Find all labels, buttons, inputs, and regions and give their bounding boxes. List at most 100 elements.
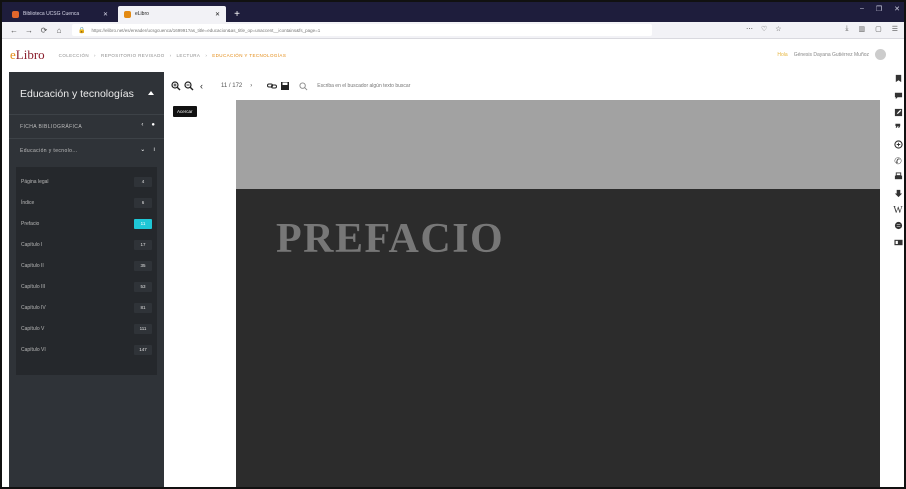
link-icon[interactable] xyxy=(266,81,277,92)
toc-item[interactable]: Capítulo III 53 xyxy=(21,279,152,295)
divider xyxy=(9,114,164,115)
viewer-toolbar: ‹ 11 / 172 › xyxy=(166,72,886,100)
toc-item[interactable]: Índice 6 xyxy=(21,195,152,211)
breadcrumb-item[interactable]: LECTURA xyxy=(177,53,201,58)
chevron-left-icon[interactable]: ‹ xyxy=(141,122,143,128)
comment-icon[interactable] xyxy=(894,91,903,102)
forward-button[interactable]: → xyxy=(23,26,35,35)
document-page: PREFACIO xyxy=(236,100,880,487)
home-button[interactable]: ⌂ xyxy=(53,26,65,35)
browser-toolbar: ⤓ ▥ ▢ ☰ xyxy=(845,25,898,33)
toc-page-number: 35 xyxy=(134,261,152,271)
toc-item-active[interactable]: Prefacio 11 xyxy=(21,216,152,232)
app-header: eLibro COLECCIÓN › REPOSITORIO REVISADO … xyxy=(2,39,904,71)
address-bar-actions: ⋯ ♡ ☆ xyxy=(746,25,782,33)
downloads-icon[interactable]: ⤓ xyxy=(845,25,848,33)
pocket-icon[interactable]: ♡ xyxy=(761,25,767,33)
print-icon[interactable] xyxy=(894,172,903,183)
toc-item[interactable]: Capítulo IV 81 xyxy=(21,300,152,316)
maximize-button[interactable]: ❐ xyxy=(876,5,882,13)
breadcrumb-separator: › xyxy=(205,52,208,58)
cite-icon[interactable]: ✆ xyxy=(894,157,902,166)
pin-icon[interactable]: ● xyxy=(151,122,155,128)
user-menu[interactable]: Hola Génesis Dayana Gutiérrez Muñoz xyxy=(777,49,886,60)
ficha-controls: ‹ ● xyxy=(141,122,155,128)
breadcrumb: COLECCIÓN › REPOSITORIO REVISADO › LECTU… xyxy=(59,53,287,58)
tab-biblioteca[interactable]: Biblioteca UCSG Cuenca ✕ xyxy=(6,6,114,22)
new-tab-button[interactable]: + xyxy=(230,6,244,22)
toc-page-number: 147 xyxy=(134,345,152,355)
book-title: Educación y tecnologías xyxy=(20,88,134,100)
lock-icon: 🔒 xyxy=(78,27,86,34)
tab-elibro[interactable]: eLibro ✕ xyxy=(118,6,226,22)
toc-item[interactable]: Capítulo VI 147 xyxy=(21,342,152,358)
page-body: PREFACIO xyxy=(236,189,880,487)
library-icon[interactable]: ▥ xyxy=(858,25,865,33)
bookmark-star-icon[interactable]: ☆ xyxy=(775,25,781,33)
toc-page-number: 53 xyxy=(134,282,152,292)
toc-page-number: 4 xyxy=(134,177,152,187)
toc-page-number: 81 xyxy=(134,303,152,313)
zoom-in-icon[interactable] xyxy=(170,81,181,92)
close-icon[interactable]: ✕ xyxy=(215,11,220,18)
breadcrumb-item[interactable]: COLECCIÓN xyxy=(59,53,89,58)
toc-page-number: 6 xyxy=(134,198,152,208)
search-input[interactable] xyxy=(317,83,508,89)
section-selector[interactable]: Educación y tecnolo... xyxy=(20,148,78,154)
back-button[interactable]: ← xyxy=(8,26,20,35)
toc-page-number: 111 xyxy=(134,324,152,334)
tools-rail: ❞ ✆ W xyxy=(892,74,904,314)
reload-button[interactable]: ⟳ xyxy=(38,26,50,35)
wikipedia-icon[interactable]: W xyxy=(893,206,902,216)
toc-page-number: 17 xyxy=(134,240,152,250)
breadcrumb-separator: › xyxy=(169,52,172,58)
download-icon[interactable] xyxy=(894,189,903,200)
page-header-band xyxy=(236,100,880,189)
quote-icon[interactable]: ❞ xyxy=(895,124,901,135)
breadcrumb-item[interactable]: REPOSITORIO REVISADO xyxy=(101,53,165,58)
chevron-down-icon[interactable]: ⌄ xyxy=(140,146,145,153)
next-page-icon[interactable]: › xyxy=(250,83,252,89)
toc-item[interactable]: Capítulo II 35 xyxy=(21,258,152,274)
toc-item[interactable]: Capítulo I 17 xyxy=(21,237,152,253)
url-text: https://elibro.net/es/ereader/ucsgcuenca… xyxy=(91,27,321,33)
collapse-caret-icon[interactable] xyxy=(148,91,154,95)
sidebar-icon[interactable]: ▢ xyxy=(875,25,882,33)
avatar[interactable] xyxy=(875,49,886,60)
zoom-out-icon[interactable] xyxy=(183,81,194,92)
minimize-button[interactable]: – xyxy=(860,5,864,13)
tab-title: eLibro xyxy=(135,11,149,17)
close-icon[interactable]: ✕ xyxy=(103,11,108,18)
search-icon[interactable] xyxy=(298,81,309,92)
bookmark-icon[interactable] xyxy=(894,74,903,85)
navigation-bar: ← → ⟳ ⌂ 🔒 https://elibro.net/es/ereader/… xyxy=(2,22,904,39)
page-heading: PREFACIO xyxy=(276,216,505,262)
previous-page-icon[interactable]: ‹ xyxy=(196,81,207,92)
section-controls: ⌄ ı xyxy=(140,146,155,154)
elibro-logo[interactable]: eLibro xyxy=(10,47,45,63)
page-indicator-text[interactable]: 11 / 172 xyxy=(221,83,242,89)
globe-icon[interactable] xyxy=(894,221,903,232)
biblioteca-favicon-icon xyxy=(12,10,19,18)
id-card-icon[interactable] xyxy=(893,238,903,249)
breadcrumb-current: EDUCACIÓN Y TECNOLOGÍAS xyxy=(212,52,287,58)
close-window-button[interactable]: ✕ xyxy=(894,5,900,13)
translate-icon[interactable] xyxy=(893,140,903,151)
window-controls: – ❐ ✕ xyxy=(860,5,900,13)
browser-window: Biblioteca UCSG Cuenca ✕ eLibro ✕ + – ❐ … xyxy=(0,0,906,489)
ficha-bibliografica-link[interactable]: FICHA BIBLIOGRÁFICA xyxy=(20,124,82,130)
elibro-favicon-icon xyxy=(124,10,131,18)
page-actions-icon[interactable]: ⋯ xyxy=(746,25,753,33)
edit-icon[interactable] xyxy=(894,108,903,119)
toc-item[interactable]: Capítulo V 111 xyxy=(21,321,152,337)
zoom-tooltip: Acercar xyxy=(173,106,197,117)
save-icon[interactable] xyxy=(279,81,290,92)
tab-strip: Biblioteca UCSG Cuenca ✕ eLibro ✕ + – ❐ … xyxy=(2,2,904,22)
table-of-contents: Página legal 4 Índice 6 Prefacio 11 Capí… xyxy=(16,167,157,375)
address-bar[interactable]: 🔒 https://elibro.net/es/ereader/ucsgcuen… xyxy=(72,24,652,36)
info-icon[interactable]: ı xyxy=(153,147,155,153)
menu-icon[interactable]: ☰ xyxy=(892,25,898,33)
toc-item[interactable]: Página legal 4 xyxy=(21,174,152,190)
divider xyxy=(9,138,164,139)
tab-title: Biblioteca UCSG Cuenca xyxy=(23,11,80,17)
